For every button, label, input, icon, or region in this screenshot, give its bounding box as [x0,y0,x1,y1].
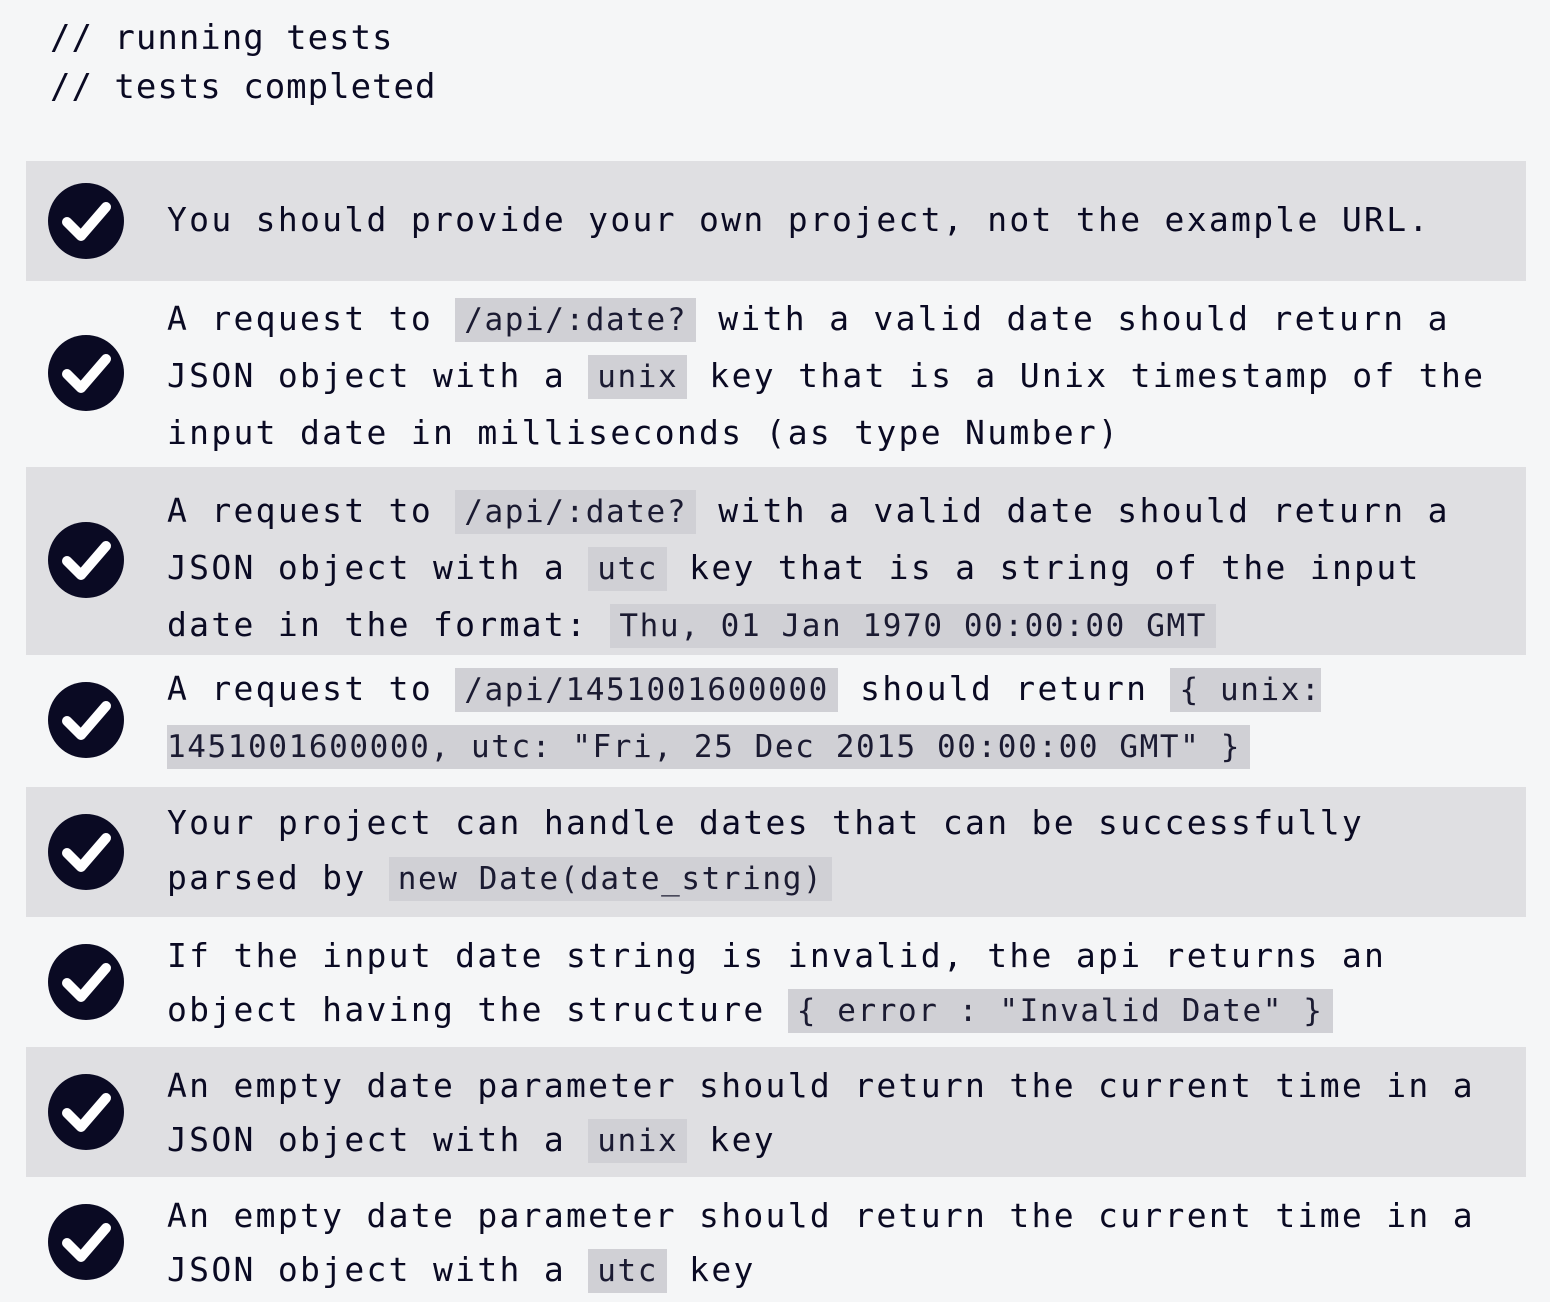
test-description: A request to /api/:date? with a valid da… [167,483,1519,654]
test-result-row: Your project can handle dates that can b… [26,787,1526,917]
test-description: You should provide your own project, not… [167,192,1519,248]
test-description: A request to /api/:date? with a valid da… [167,291,1519,461]
inline-code: utc [588,1249,667,1293]
test-text: A request to [167,669,456,708]
test-text: should return [837,669,1171,708]
inline-code: /api/:date? [455,490,697,534]
test-description: If the input date string is invalid, the… [167,929,1519,1038]
console-output: // running tests // tests completed [50,14,436,112]
test-description: An empty date parameter should return th… [167,1189,1519,1298]
check-circle-icon [48,1074,124,1150]
inline-code: new Date(date_string) [388,857,833,901]
inline-code: /api/1451001600000 [455,668,838,712]
test-result-row: You should provide your own project, not… [26,161,1526,281]
check-circle-icon [48,183,124,259]
test-text: A request to [167,491,456,530]
test-text: A request to [167,299,456,338]
inline-code: unix [588,1119,688,1163]
console-line: // tests completed [50,67,437,107]
test-result-row: If the input date string is invalid, the… [26,917,1526,1047]
test-description: A request to /api/1451001600000 should r… [167,661,1519,775]
inline-code: /api/:date? [455,298,697,342]
inline-code: { error : "Invalid Date" } [787,989,1333,1033]
inline-code: unix [588,355,688,399]
test-result-row: An empty date parameter should return th… [26,1177,1526,1302]
check-circle-icon [48,522,124,598]
test-description: Your project can handle dates that can b… [167,795,1519,907]
check-circle-icon [48,1204,124,1280]
inline-code: Thu, 01 Jan 1970 00:00:00 GMT [610,604,1217,648]
check-circle-icon [48,944,124,1020]
check-circle-icon [48,682,124,758]
test-text: key [666,1250,756,1289]
inline-code: utc [588,547,667,591]
check-circle-icon [48,335,124,411]
test-description: An empty date parameter should return th… [167,1059,1519,1168]
console-line: // running tests [50,18,394,58]
test-text: An empty date parameter should return th… [167,1196,1475,1289]
test-result-row: A request to /api/:date? with a valid da… [26,281,1526,467]
test-result-row: A request to /api/:date? with a valid da… [26,467,1526,655]
test-text: key [687,1120,776,1159]
test-result-row: An empty date parameter should return th… [26,1047,1526,1177]
test-text: You should provide your own project, not… [167,200,1431,239]
test-result-row: A request to /api/1451001600000 should r… [26,655,1526,787]
check-circle-icon [48,814,124,890]
test-text: An empty date parameter should return th… [167,1066,1475,1159]
